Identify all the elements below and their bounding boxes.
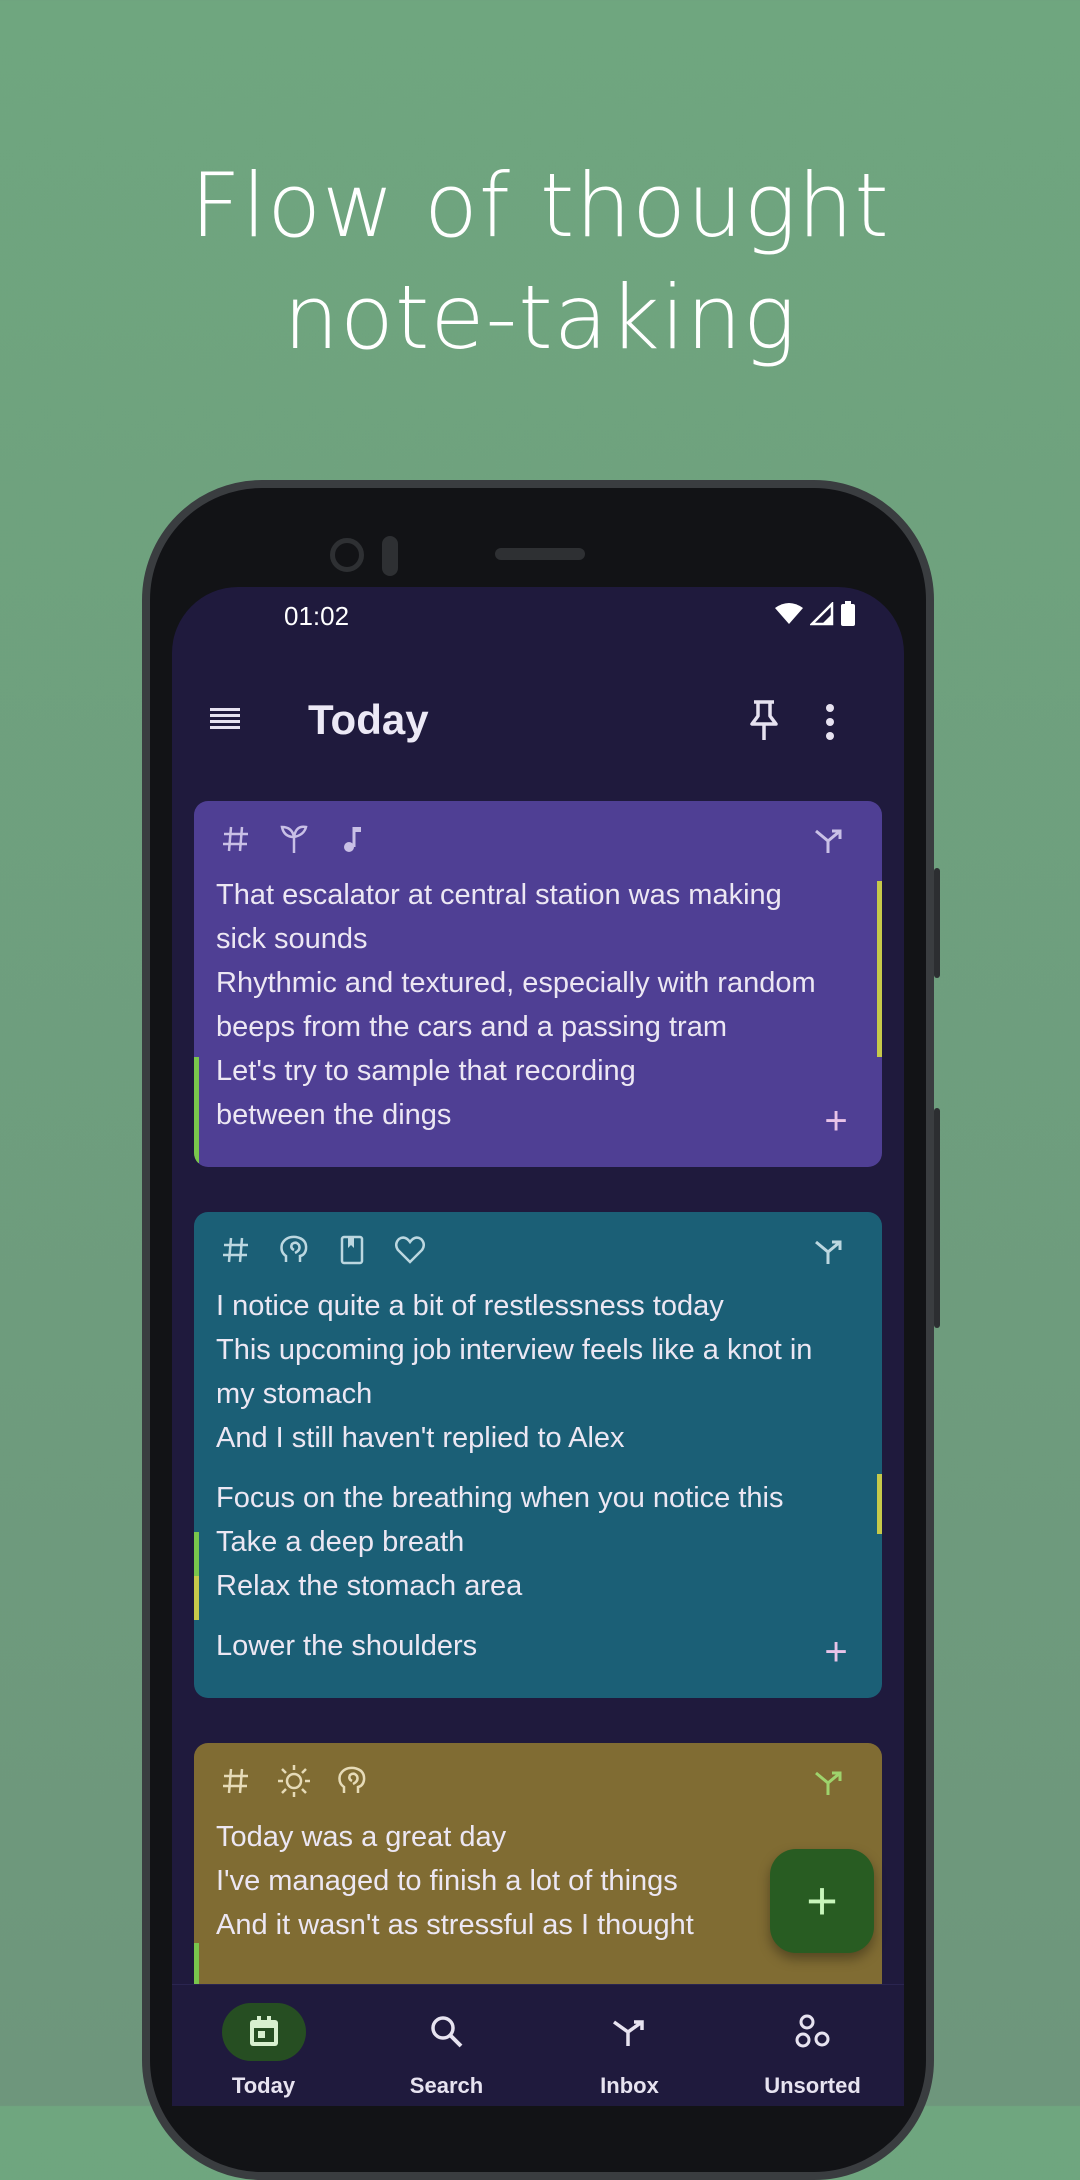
edit-marker <box>194 1532 199 1576</box>
note-line: Let's try to sample that recording <box>216 1055 636 1087</box>
nav-item-inbox[interactable]: Inbox <box>538 1985 721 2106</box>
nav-item-unsorted[interactable]: Unsorted <box>721 1985 904 2106</box>
note-card-2[interactable]: I notice quite a bit of restlessness tod… <box>194 1212 882 1698</box>
note-line: beeps from the cars and a passing tram <box>216 1011 727 1043</box>
page-title: Today <box>308 696 429 743</box>
note-card-1[interactable]: That escalator at central station was ma… <box>194 801 882 1167</box>
nav-label: Inbox <box>600 2073 659 2098</box>
note-line: Focus on the breathing when you notice t… <box>216 1482 784 1514</box>
note-line: I notice quite a bit of restlessness tod… <box>216 1290 724 1322</box>
app-bar: Today <box>172 672 904 772</box>
note-line: That escalator at central station was ma… <box>216 879 782 911</box>
merge-icon[interactable] <box>812 1765 848 1801</box>
music-note-icon[interactable] <box>334 821 370 857</box>
merge-icon[interactable] <box>812 1234 848 1270</box>
add-line-button[interactable]: + <box>818 1632 854 1672</box>
note-line: And it wasn't as stressful as I thought <box>216 1909 694 1941</box>
headline-line-2: note-taking <box>283 266 797 369</box>
nav-label: Today <box>231 2073 296 2098</box>
add-note-button[interactable]: + <box>770 1849 874 1953</box>
status-time: 01:02 <box>284 601 350 631</box>
signal-icon <box>810 602 834 626</box>
edit-marker <box>194 1943 199 1987</box>
heart-icon[interactable] <box>392 1232 428 1268</box>
note-line: Today was a great day <box>216 1821 507 1853</box>
note-line: Rhythmic and textured, especially with r… <box>216 967 816 999</box>
brain-spiral-icon[interactable] <box>276 1232 312 1268</box>
phone-screen: 01:02 Today That escalator at central st… <box>172 587 904 2106</box>
search-icon <box>430 2016 462 2048</box>
volume-button <box>934 1108 940 1328</box>
calendar-icon <box>249 2016 278 2046</box>
note-line: This upcoming job interview feels like a… <box>216 1334 813 1366</box>
sun-icon[interactable] <box>276 1763 312 1799</box>
nav-item-today[interactable]: Today <box>172 1985 355 2106</box>
note-line: my stomach <box>216 1378 373 1410</box>
add-line-button[interactable]: + <box>818 1101 854 1141</box>
note-line: And I still haven't replied to Alex <box>216 1422 625 1454</box>
nav-item-search[interactable]: Search <box>355 1985 538 2106</box>
note-line: between the dings <box>216 1099 452 1131</box>
bookmark-icon[interactable] <box>334 1232 370 1268</box>
hash-icon[interactable] <box>218 821 254 857</box>
edit-marker <box>877 1474 882 1534</box>
note-line: I've managed to finish a lot of things <box>216 1865 678 1897</box>
bottom-navigation: Today Search Inbox Unsorted <box>172 1984 904 2106</box>
sprout-icon[interactable] <box>276 821 312 857</box>
hash-icon[interactable] <box>218 1763 254 1799</box>
note-line: Take a deep breath <box>216 1526 465 1558</box>
pin-icon[interactable] <box>744 698 784 742</box>
power-button <box>934 868 940 978</box>
nav-label: Unsorted <box>764 2073 861 2098</box>
wifi-icon <box>775 603 803 624</box>
hash-icon[interactable] <box>218 1232 254 1268</box>
note-line: Lower the shoulders <box>216 1630 478 1662</box>
note-line: sick sounds <box>216 923 368 955</box>
nav-label: Search <box>409 2073 484 2098</box>
more-options-icon[interactable] <box>822 700 838 744</box>
battery-icon <box>841 601 855 626</box>
status-bar: 01:02 <box>172 587 904 647</box>
menu-icon[interactable] <box>208 702 244 738</box>
merge-icon <box>612 2020 644 2046</box>
merge-icon[interactable] <box>812 823 848 859</box>
edit-marker <box>877 881 882 1057</box>
sensor <box>382 536 398 576</box>
edit-marker <box>194 1057 199 1163</box>
headline: Flow of thought note-taking <box>0 150 1080 374</box>
speaker-grille <box>495 548 585 560</box>
bubbles-icon <box>795 2014 829 2048</box>
note-line: Relax the stomach area <box>216 1570 523 1602</box>
brain-spiral-icon[interactable] <box>334 1763 370 1799</box>
headline-line-1: Flow of thought <box>190 154 890 257</box>
camera-icon <box>330 538 364 572</box>
edit-marker <box>194 1576 199 1620</box>
